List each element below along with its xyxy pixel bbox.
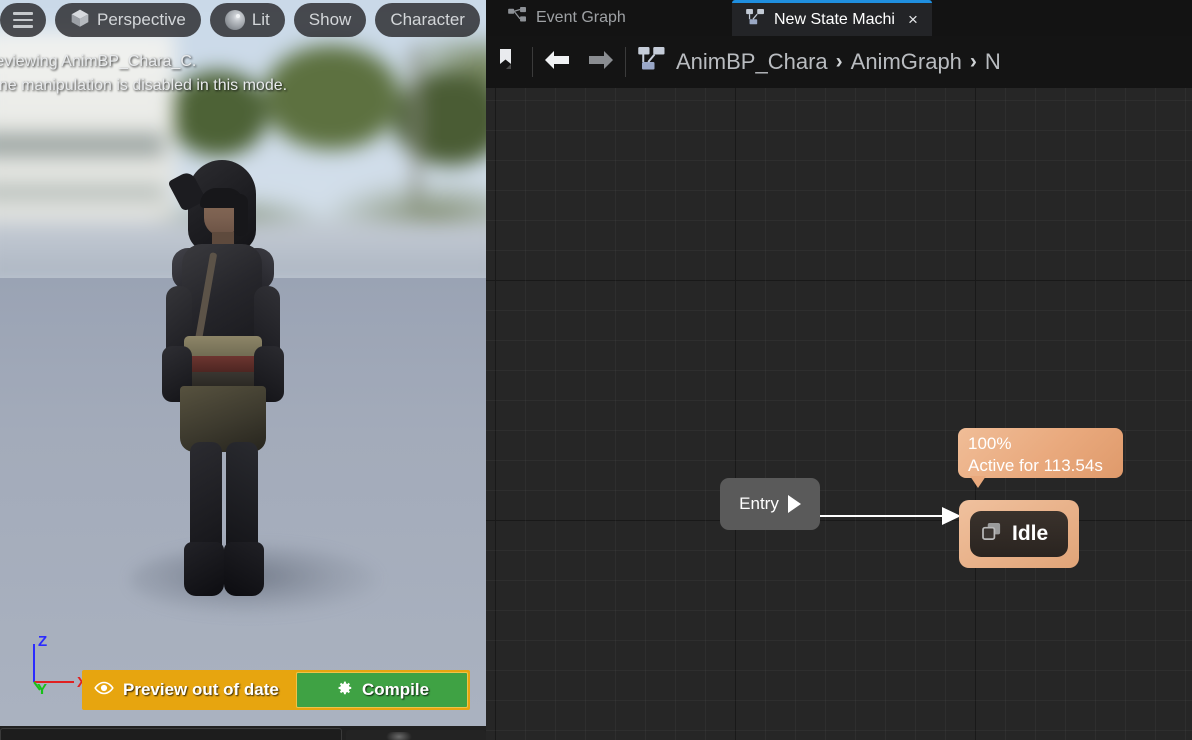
character-skirt [180, 386, 266, 452]
character-belt [184, 336, 262, 358]
preview-out-of-date-message: Preview out of date [82, 680, 279, 700]
state-debug-tooltip: 100% Active for 113.54s [958, 428, 1123, 478]
tab-event-graph[interactable]: Event Graph [494, 0, 640, 36]
state-machine-icon [746, 8, 765, 31]
viewport-menu-button[interactable] [0, 3, 46, 37]
state-machine-icon [638, 47, 666, 77]
viewport-warning-line-1: reviewing AnimBP_Chara_C. [0, 53, 197, 70]
graph-editor-panel: Event Graph New State Machi × AnimBP_Cha… [486, 0, 1192, 740]
chevron-right-icon: › [835, 50, 843, 73]
entry-output-pin-icon[interactable] [787, 495, 801, 513]
tab-event-graph-label: Event Graph [536, 9, 626, 26]
bottom-panel-tab-primary[interactable] [0, 728, 342, 740]
preview-out-of-date-label: Preview out of date [123, 680, 279, 699]
viewport-character-button[interactable]: Character [375, 3, 480, 37]
event-graph-icon [508, 7, 527, 29]
breadcrumb-item-statemachine[interactable]: N [985, 49, 1001, 75]
preview-character-mesh[interactable] [150, 160, 340, 610]
state-node-idle-label: Idle [1012, 522, 1049, 545]
lit-sphere-icon [224, 10, 245, 30]
tab-new-state-machine-label: New State Machi [774, 10, 895, 28]
arrow-right-icon [587, 49, 615, 76]
breadcrumb-graph-icon-wrap[interactable] [634, 47, 674, 77]
entry-node[interactable]: Entry [720, 478, 820, 530]
state-machine-graph-canvas[interactable] [486, 36, 1192, 740]
bookmark-icon [496, 47, 520, 78]
breadcrumb-item-animbp[interactable]: AnimBP_Chara [676, 49, 828, 75]
close-icon[interactable]: × [908, 11, 918, 28]
bookmark-button[interactable] [486, 40, 530, 84]
state-node-icon [982, 522, 1003, 546]
cube-icon [70, 8, 90, 33]
bottom-panel-tab-secondary[interactable] [346, 730, 486, 740]
state-node-idle-body: Idle [970, 511, 1068, 557]
preview-viewport[interactable]: Perspective Lit Show Character reviewing… [0, 0, 486, 726]
character-boot-right [224, 542, 264, 596]
unreal-animation-blueprint-window: Perspective Lit Show Character reviewing… [0, 0, 1192, 740]
hamburger-menu-icon [13, 12, 33, 28]
compile-label: Compile [361, 680, 430, 699]
viewport-warning-text: reviewing AnimBP_Chara_C. one manipulati… [0, 50, 470, 98]
viewport-perspective-label: Perspective [97, 10, 186, 29]
viewport-perspective-button[interactable]: Perspective [55, 3, 201, 37]
eye-icon [94, 680, 114, 700]
viewport-show-label: Show [308, 10, 352, 29]
tooltip-active-time: Active for 113.54s [968, 456, 1103, 475]
breadcrumb: AnimBP_Chara › AnimGraph › N [628, 47, 1001, 77]
toolbar-divider-1 [532, 47, 533, 77]
building-band-2 [0, 184, 165, 200]
toolbar-divider-2 [625, 47, 626, 77]
arrow-left-icon [543, 49, 571, 76]
viewport-lit-label: Lit [251, 10, 270, 29]
preview-out-of-date-bar: Preview out of date Compile [82, 670, 470, 710]
transition-wire[interactable] [816, 500, 966, 532]
tooltip-percent: 100% [968, 434, 1012, 453]
graph-toolbar: AnimBP_Chara › AnimGraph › N [486, 36, 1192, 88]
svg-text:Z: Z [38, 634, 47, 650]
tooltip-pointer [970, 476, 986, 488]
building-band [0, 132, 165, 157]
graph-tab-bar: Event Graph New State Machi × [486, 0, 1192, 36]
state-node-idle[interactable]: Idle [959, 500, 1079, 568]
axis-gizmo: Z X Y [20, 634, 90, 694]
viewport-warning-line-2: one manipulation is disabled in this mod… [0, 77, 288, 94]
chevron-right-icon-2: › [969, 50, 977, 73]
viewport-toolbar: Perspective Lit Show Character [0, 0, 480, 40]
breadcrumb-item-animgraph[interactable]: AnimGraph [851, 49, 962, 75]
tab-new-state-machine[interactable]: New State Machi × [732, 0, 932, 36]
back-button[interactable] [535, 40, 579, 84]
viewport-show-button[interactable]: Show [293, 3, 367, 37]
character-boot-left [184, 542, 224, 596]
entry-node-label: Entry [739, 494, 779, 513]
viewport-lit-button[interactable]: Lit [209, 3, 285, 37]
compile-button[interactable]: Compile [296, 672, 468, 708]
forward-button[interactable] [579, 40, 623, 84]
character-hair-side [234, 194, 248, 236]
svg-text:Y: Y [37, 681, 47, 694]
viewport-character-label: Character [390, 10, 465, 29]
gear-icon [335, 679, 353, 702]
